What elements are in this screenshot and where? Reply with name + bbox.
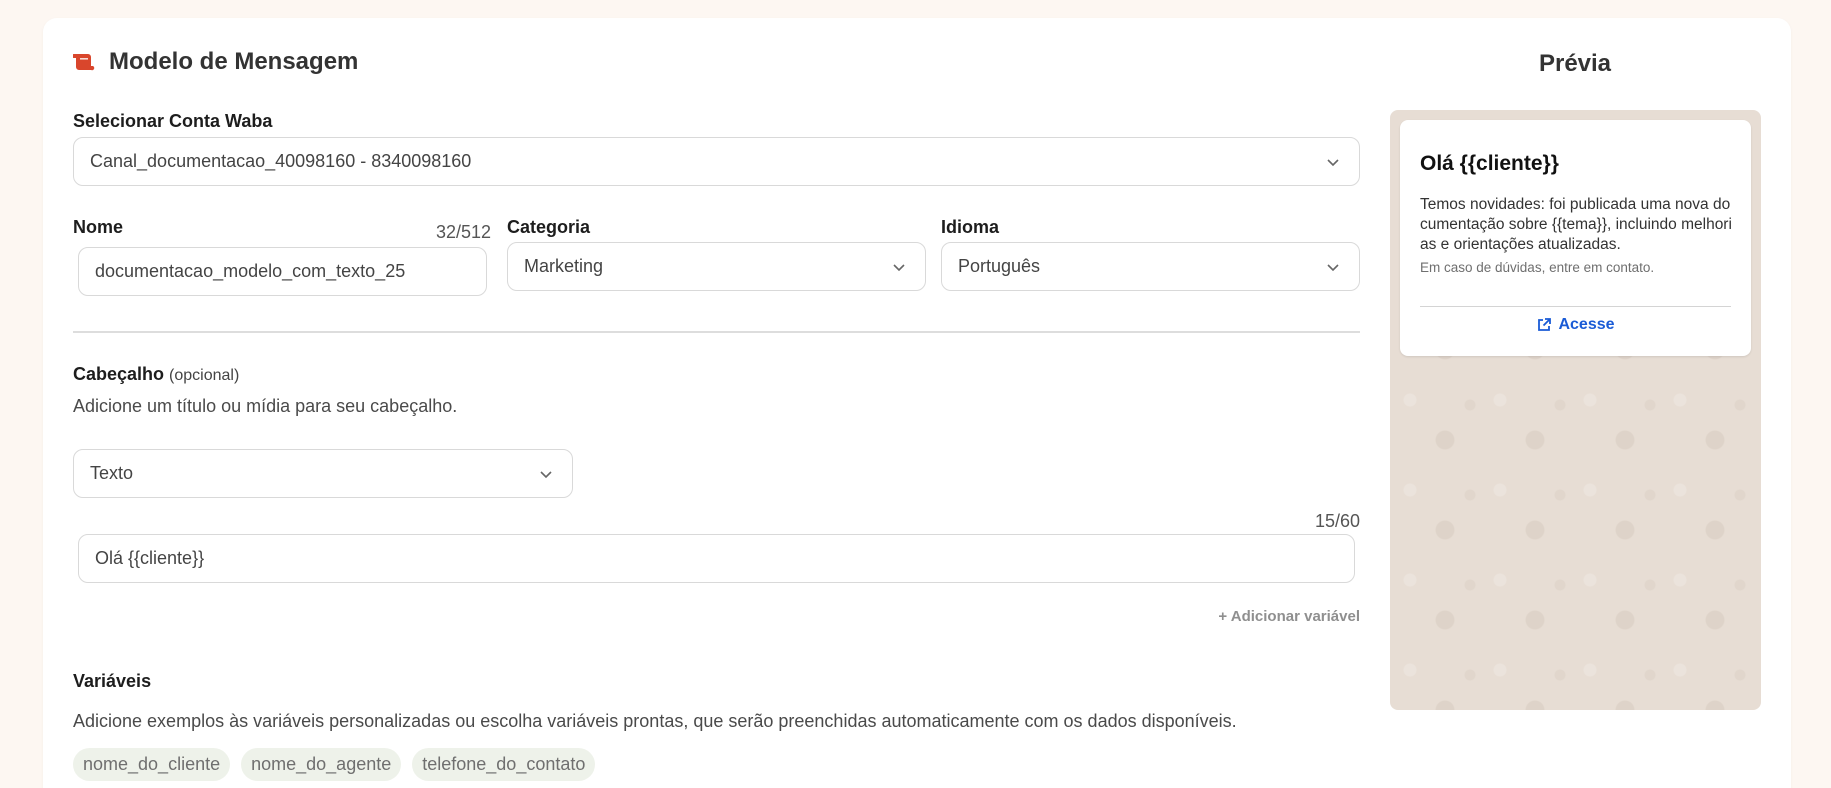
scroll-icon: [73, 54, 95, 71]
category-label: Categoria: [507, 217, 591, 237]
language-select[interactable]: Português: [941, 242, 1360, 291]
variables-label: Variáveis: [73, 671, 152, 691]
bubble-cta-label: Acesse: [1558, 316, 1615, 333]
chevron-down-icon: [893, 263, 905, 271]
waba-select-value: Canal_documentacao_40098160 - 8340098160: [90, 151, 472, 171]
language-select-value: Português: [958, 256, 1041, 276]
variable-chip[interactable]: nome_do_cliente: [73, 748, 231, 781]
waba-select[interactable]: Canal_documentacao_40098160 - 8340098160: [73, 137, 1360, 186]
variable-chips: nome_do_cliente nome_do_agente telefone_…: [73, 748, 596, 781]
bubble-footer-text: Em caso de dúvidas, entre em contato.: [1420, 260, 1655, 275]
bubble-body-text: Temos novidades: foi publicada uma nova …: [1420, 196, 1732, 253]
header-optional-tag: (opcional): [169, 367, 240, 384]
add-variable-button[interactable]: + Adicionar variável: [1150, 608, 1360, 625]
preview-chat-background: Olá {{cliente}} Temos novidades: foi pub…: [1390, 110, 1761, 710]
message-bubble: Olá {{cliente}} Temos novidades: foi pub…: [1400, 120, 1751, 356]
waba-label: Selecionar Conta Waba: [73, 111, 273, 131]
language-label: Idioma: [941, 217, 1000, 237]
name-input[interactable]: documentacao_modelo_com_texto_25: [78, 247, 487, 296]
chevron-down-icon: [1327, 158, 1339, 166]
header-type-value: Texto: [90, 463, 134, 483]
header-text-counter: 15/60: [1314, 511, 1360, 531]
page-header: Modelo de Mensagem: [73, 48, 358, 76]
preview-title: Prévia: [1538, 50, 1612, 77]
name-input-value: documentacao_modelo_com_texto_25: [95, 261, 406, 281]
header-help-text: Adicione um título ou mídia para seu cab…: [73, 396, 458, 416]
category-select[interactable]: Marketing: [507, 242, 926, 291]
variable-chip[interactable]: telefone_do_contato: [412, 748, 596, 781]
variables-help-text: Adicione exemplos às variáveis personali…: [73, 711, 1237, 731]
header-type-select[interactable]: Texto: [73, 449, 573, 498]
bubble-cta-button[interactable]: Acesse: [1400, 316, 1751, 334]
chevron-down-icon: [540, 470, 552, 478]
section-divider: [73, 331, 1360, 333]
name-label: Nome: [73, 217, 124, 237]
header-text-input[interactable]: Olá {{cliente}}: [78, 534, 1355, 583]
variable-chip[interactable]: nome_do_agente: [241, 748, 402, 781]
page-title: Modelo de Mensagem: [109, 48, 359, 75]
name-counter: 32/512: [436, 222, 492, 242]
bubble-header-text: Olá {{cliente}}: [1420, 152, 1559, 175]
category-select-value: Marketing: [524, 256, 604, 276]
external-link-icon: [1538, 318, 1552, 331]
header-text-value: Olá {{cliente}}: [95, 548, 205, 568]
chevron-down-icon: [1327, 263, 1339, 271]
header-section-title: Cabeçalho: [73, 364, 165, 384]
header-section-label: Cabeçalho (opcional): [73, 364, 239, 385]
bubble-divider: [1420, 306, 1731, 307]
